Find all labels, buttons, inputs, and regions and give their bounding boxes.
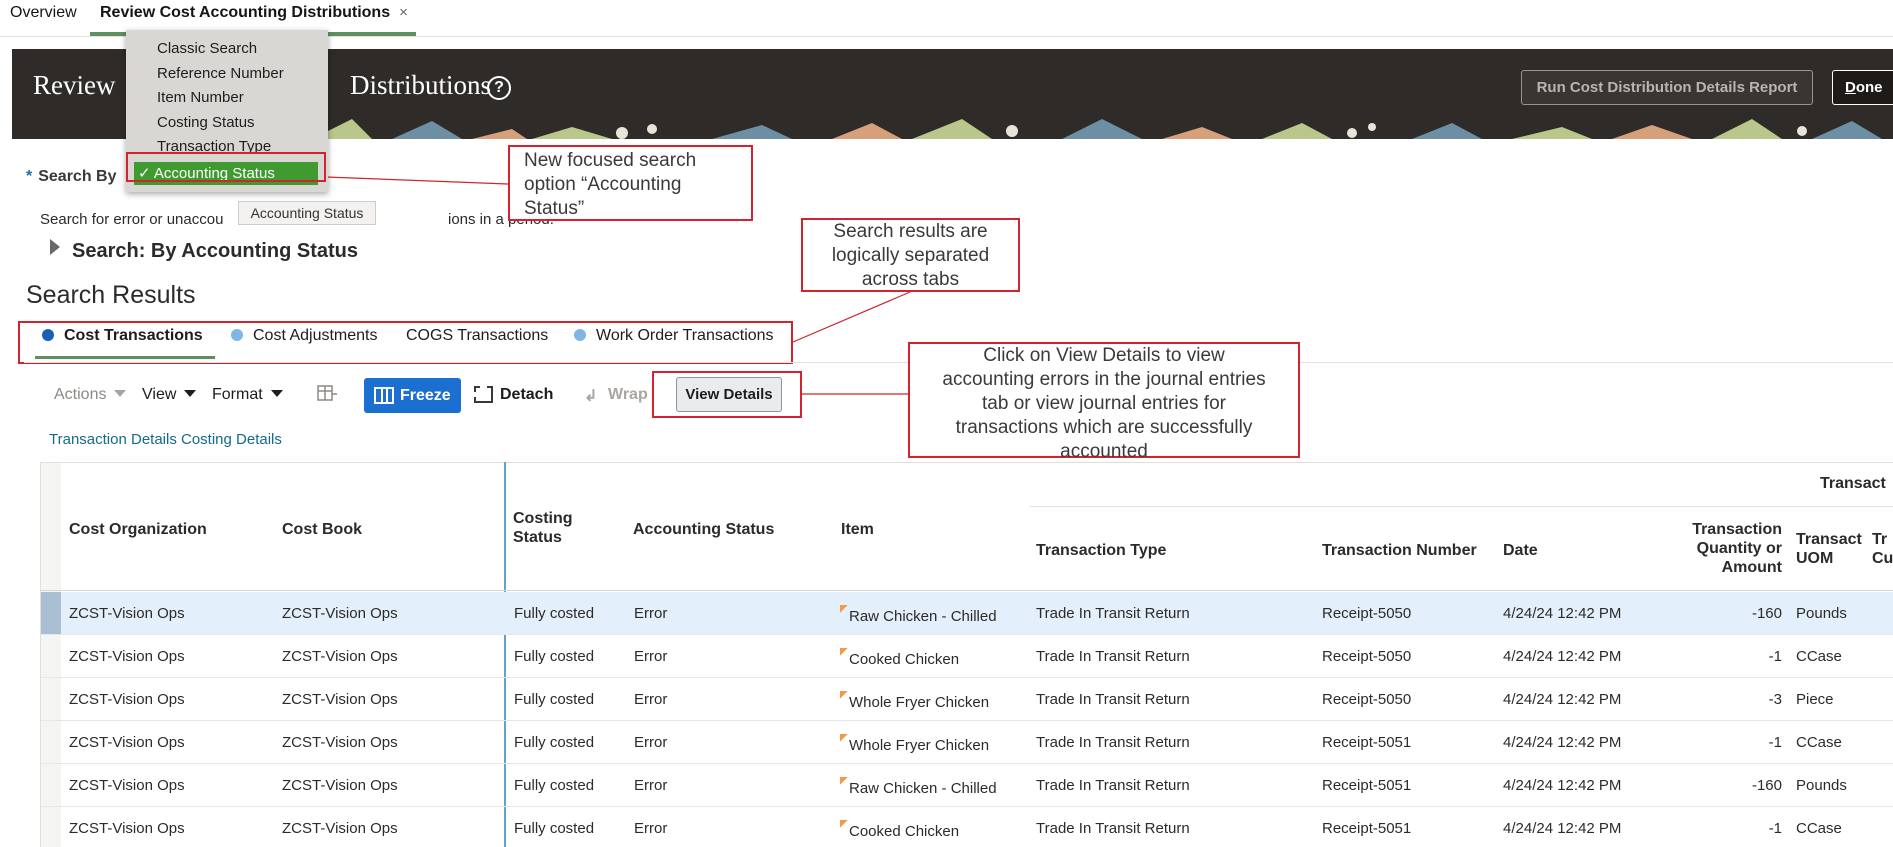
annotation-accounting-status: New focused search option “Accounting St… <box>508 145 753 221</box>
annotation-line: tab or view journal entries for <box>982 393 1226 414</box>
annotation-line: option “Accounting <box>524 174 682 195</box>
annotation-line: across tabs <box>861 269 960 290</box>
annotation-line: Click on View Details to view <box>983 345 1225 366</box>
annotation-line: transactions which are successfully <box>955 417 1253 438</box>
annotation-line: New focused search <box>524 150 697 171</box>
tooltip: Accounting Status <box>238 201 376 225</box>
option-reference-number[interactable]: Reference Number <box>157 65 284 82</box>
annotation-line: logically separated <box>831 245 990 266</box>
annotation-line: accounted <box>1060 441 1148 462</box>
annotation-line: Status” <box>524 198 585 219</box>
selected-option-highlight <box>126 152 326 182</box>
annotation-line: accounting errors in the journal entries <box>942 369 1266 390</box>
annotation-view-details: Click on View Details to view accounting… <box>908 342 1300 462</box>
annotation-line: Search results are <box>833 221 988 242</box>
annotation-tabs: Search results are logically separated a… <box>801 218 1020 292</box>
option-costing-status[interactable]: Costing Status <box>157 114 255 131</box>
option-item-number[interactable]: Item Number <box>157 89 244 106</box>
option-classic-search[interactable]: Classic Search <box>157 40 257 57</box>
